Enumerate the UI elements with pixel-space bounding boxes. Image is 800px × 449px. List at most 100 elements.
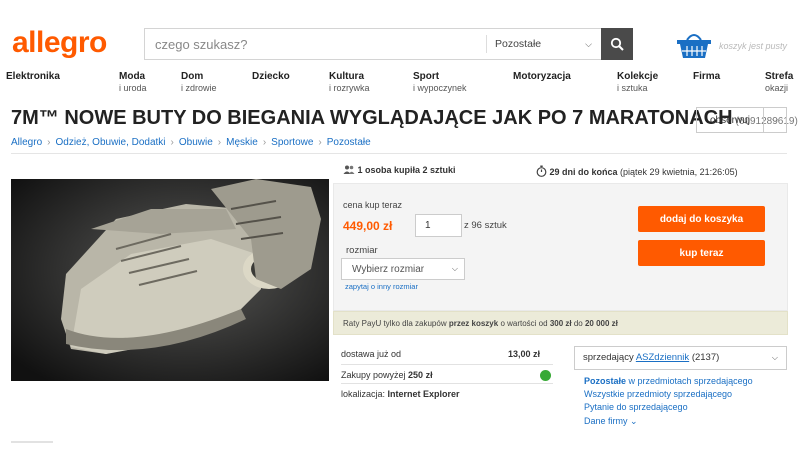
breadcrumb-link[interactable]: Allegro xyxy=(11,137,42,148)
ask-seller-link[interactable]: Pytanie do sprzedającego xyxy=(584,402,688,412)
allegro-logo[interactable]: allegro xyxy=(12,26,107,60)
company-data-label: Dane firmy xyxy=(584,416,628,426)
nav-label: Firma xyxy=(693,71,721,82)
basket-icon xyxy=(677,34,711,58)
time-left: 29 dni do końca (piątek 29 kwietnia, 21:… xyxy=(536,165,738,177)
nav-item-sport[interactable]: Sport i wypoczynek xyxy=(413,71,467,94)
payu-text: do xyxy=(573,319,583,328)
seller-label: sprzedający xyxy=(583,352,634,363)
location-info: lokalizacja: Internet Explorer xyxy=(341,389,460,399)
add-to-cart-button[interactable]: dodaj do koszyka xyxy=(638,206,765,232)
sneakers-photo xyxy=(11,179,329,381)
breadcrumb: Allegro › Odzież, Obuwie, Dodatki › Obuwie › M… xyxy=(11,137,371,148)
payu-installments-info: Raty PayU tylko dla zakupów przez koszyk… xyxy=(333,311,788,335)
product-image[interactable] xyxy=(11,179,329,381)
cart-button[interactable] xyxy=(675,30,713,63)
quantity-available: z 96 sztuk xyxy=(464,220,507,231)
nav-item-elektronika[interactable]: Elektronika xyxy=(6,72,60,83)
size-label: rozmiar xyxy=(346,245,378,256)
nav-item-kultura[interactable]: Kultura i rozrywka xyxy=(329,71,370,94)
delivery-label: dostawa już od xyxy=(341,349,402,359)
search-input[interactable] xyxy=(145,29,486,59)
nav-item-moda[interactable]: Moda i uroda xyxy=(119,71,147,94)
nav-item-kolekcje[interactable]: Kolekcje i sztuka xyxy=(617,71,659,94)
nav-label: Kolekcje xyxy=(617,71,659,82)
stopwatch-icon xyxy=(536,165,547,177)
breadcrumb-separator: › xyxy=(318,137,322,148)
nav-sub: i rozrywka xyxy=(329,83,370,93)
category-nav: Elektronika Moda i uroda Dom i zdrowie Dzi… xyxy=(0,72,800,94)
breadcrumb-separator: › xyxy=(47,137,51,148)
divider xyxy=(11,441,53,443)
buyers-info: 1 osoba kupiła 2 sztuki xyxy=(343,165,456,175)
location-label: lokalizacja: xyxy=(341,389,386,399)
search-icon xyxy=(610,37,624,51)
nav-sub: i wypoczynek xyxy=(413,83,467,93)
watch-button[interactable]: obserwuj ⌵ xyxy=(696,107,787,133)
company-data-link[interactable]: Dane firmy ⌄ xyxy=(584,416,638,427)
location-value: Internet Explorer xyxy=(387,389,460,399)
nav-item-strefa[interactable]: Strefa okazji xyxy=(765,71,794,94)
delivery-price: 13,00 zł xyxy=(508,349,541,359)
size-select[interactable]: Wybierz rozmiar ⌵ xyxy=(341,258,465,280)
people-icon xyxy=(343,165,355,174)
chevron-down-icon: ⌵ xyxy=(771,353,778,362)
free-shipping-threshold: 250 zł xyxy=(408,370,433,380)
nav-label: Strefa xyxy=(765,71,794,82)
free-shipping-info: Zakupy powyżej 250 zł xyxy=(341,370,433,380)
cart-status: koszyk jest pusty xyxy=(719,41,788,51)
nav-item-dziecko[interactable]: Dziecko xyxy=(252,72,290,83)
watch-label: obserwuj xyxy=(709,114,751,126)
seller-name-link[interactable]: ASZdziennik xyxy=(636,352,689,363)
breadcrumb-separator: › xyxy=(262,137,267,148)
nav-label: Kultura xyxy=(329,71,364,82)
category-select[interactable]: Pozostałe ⌵ xyxy=(486,35,601,53)
price-label: cena kup teraz xyxy=(343,200,403,210)
divider xyxy=(341,383,553,384)
nav-label: Moda xyxy=(119,71,146,82)
nav-label: Elektronika xyxy=(6,71,60,82)
ask-size-link[interactable]: zapytaj o inny rozmiar xyxy=(345,282,418,291)
nav-item-motoryzacja[interactable]: Motoryzacja xyxy=(513,72,571,83)
time-left-days: 29 dni do końca xyxy=(549,167,618,177)
chevron-down-icon: ⌵ xyxy=(585,38,592,49)
breadcrumb-link[interactable]: Obuwie xyxy=(179,137,213,148)
price: 449,00 zł xyxy=(343,219,393,233)
quantity-input[interactable]: 1 xyxy=(415,214,462,237)
breadcrumb-link[interactable]: Pozostałe xyxy=(327,137,371,148)
nav-sub: i uroda xyxy=(119,83,147,93)
breadcrumb-link[interactable]: Odzież, Obuwie, Dodatki xyxy=(55,137,165,148)
seller-link-bold: Pozostałe xyxy=(584,376,627,386)
nav-label: Sport xyxy=(413,71,440,82)
breadcrumb-separator: › xyxy=(170,137,174,148)
seller-all-items-link[interactable]: Wszystkie przedmioty sprzedającego xyxy=(584,389,732,399)
nav-label: Motoryzacja xyxy=(513,71,571,82)
payu-text: o wartości od xyxy=(500,319,548,328)
nav-label: Dziecko xyxy=(252,71,290,82)
payu-text-bold: 20 000 zł xyxy=(584,319,618,328)
divider xyxy=(341,364,553,365)
payu-text-bold: przez koszyk xyxy=(448,319,499,328)
free-shipping-icon xyxy=(540,370,551,381)
product-title: 7M™ NOWE BUTY DO BIEGANIA WYGLĄDAJĄCE JA… xyxy=(11,107,798,130)
free-shipping-label: Zakupy powyżej xyxy=(341,370,406,380)
payu-text: Raty PayU tylko dla zakupów xyxy=(343,319,447,328)
seller-other-items-link[interactable]: Pozostałe w przedmiotach sprzedającego xyxy=(584,376,753,386)
chevron-down-icon: ⌵ xyxy=(451,264,458,273)
nav-sub: i sztuka xyxy=(617,83,648,93)
category-select-value: Pozostałe xyxy=(495,38,542,50)
time-left-date: (piątek 29 kwietnia, 21:26:05) xyxy=(620,167,738,177)
buyers-text: 1 osoba kupiła 2 sztuki xyxy=(357,165,456,175)
buy-now-button[interactable]: kup teraz xyxy=(638,240,765,266)
nav-sub: i zdrowie xyxy=(181,83,217,93)
nav-sub: okazji xyxy=(765,83,789,93)
nav-item-firma[interactable]: Firma xyxy=(693,72,720,83)
search-button[interactable] xyxy=(601,28,633,60)
seller-box[interactable]: sprzedający ASZdziennik (2137) ⌵ xyxy=(574,346,787,370)
breadcrumb-link[interactable]: Męskie xyxy=(226,137,258,148)
chevron-down-icon[interactable]: ⌵ xyxy=(763,108,786,132)
chevron-down-icon: ⌄ xyxy=(630,416,638,426)
nav-item-dom[interactable]: Dom i zdrowie xyxy=(181,72,217,94)
payu-text-bold: 300 zł xyxy=(549,319,572,328)
breadcrumb-link[interactable]: Sportowe xyxy=(271,137,313,148)
